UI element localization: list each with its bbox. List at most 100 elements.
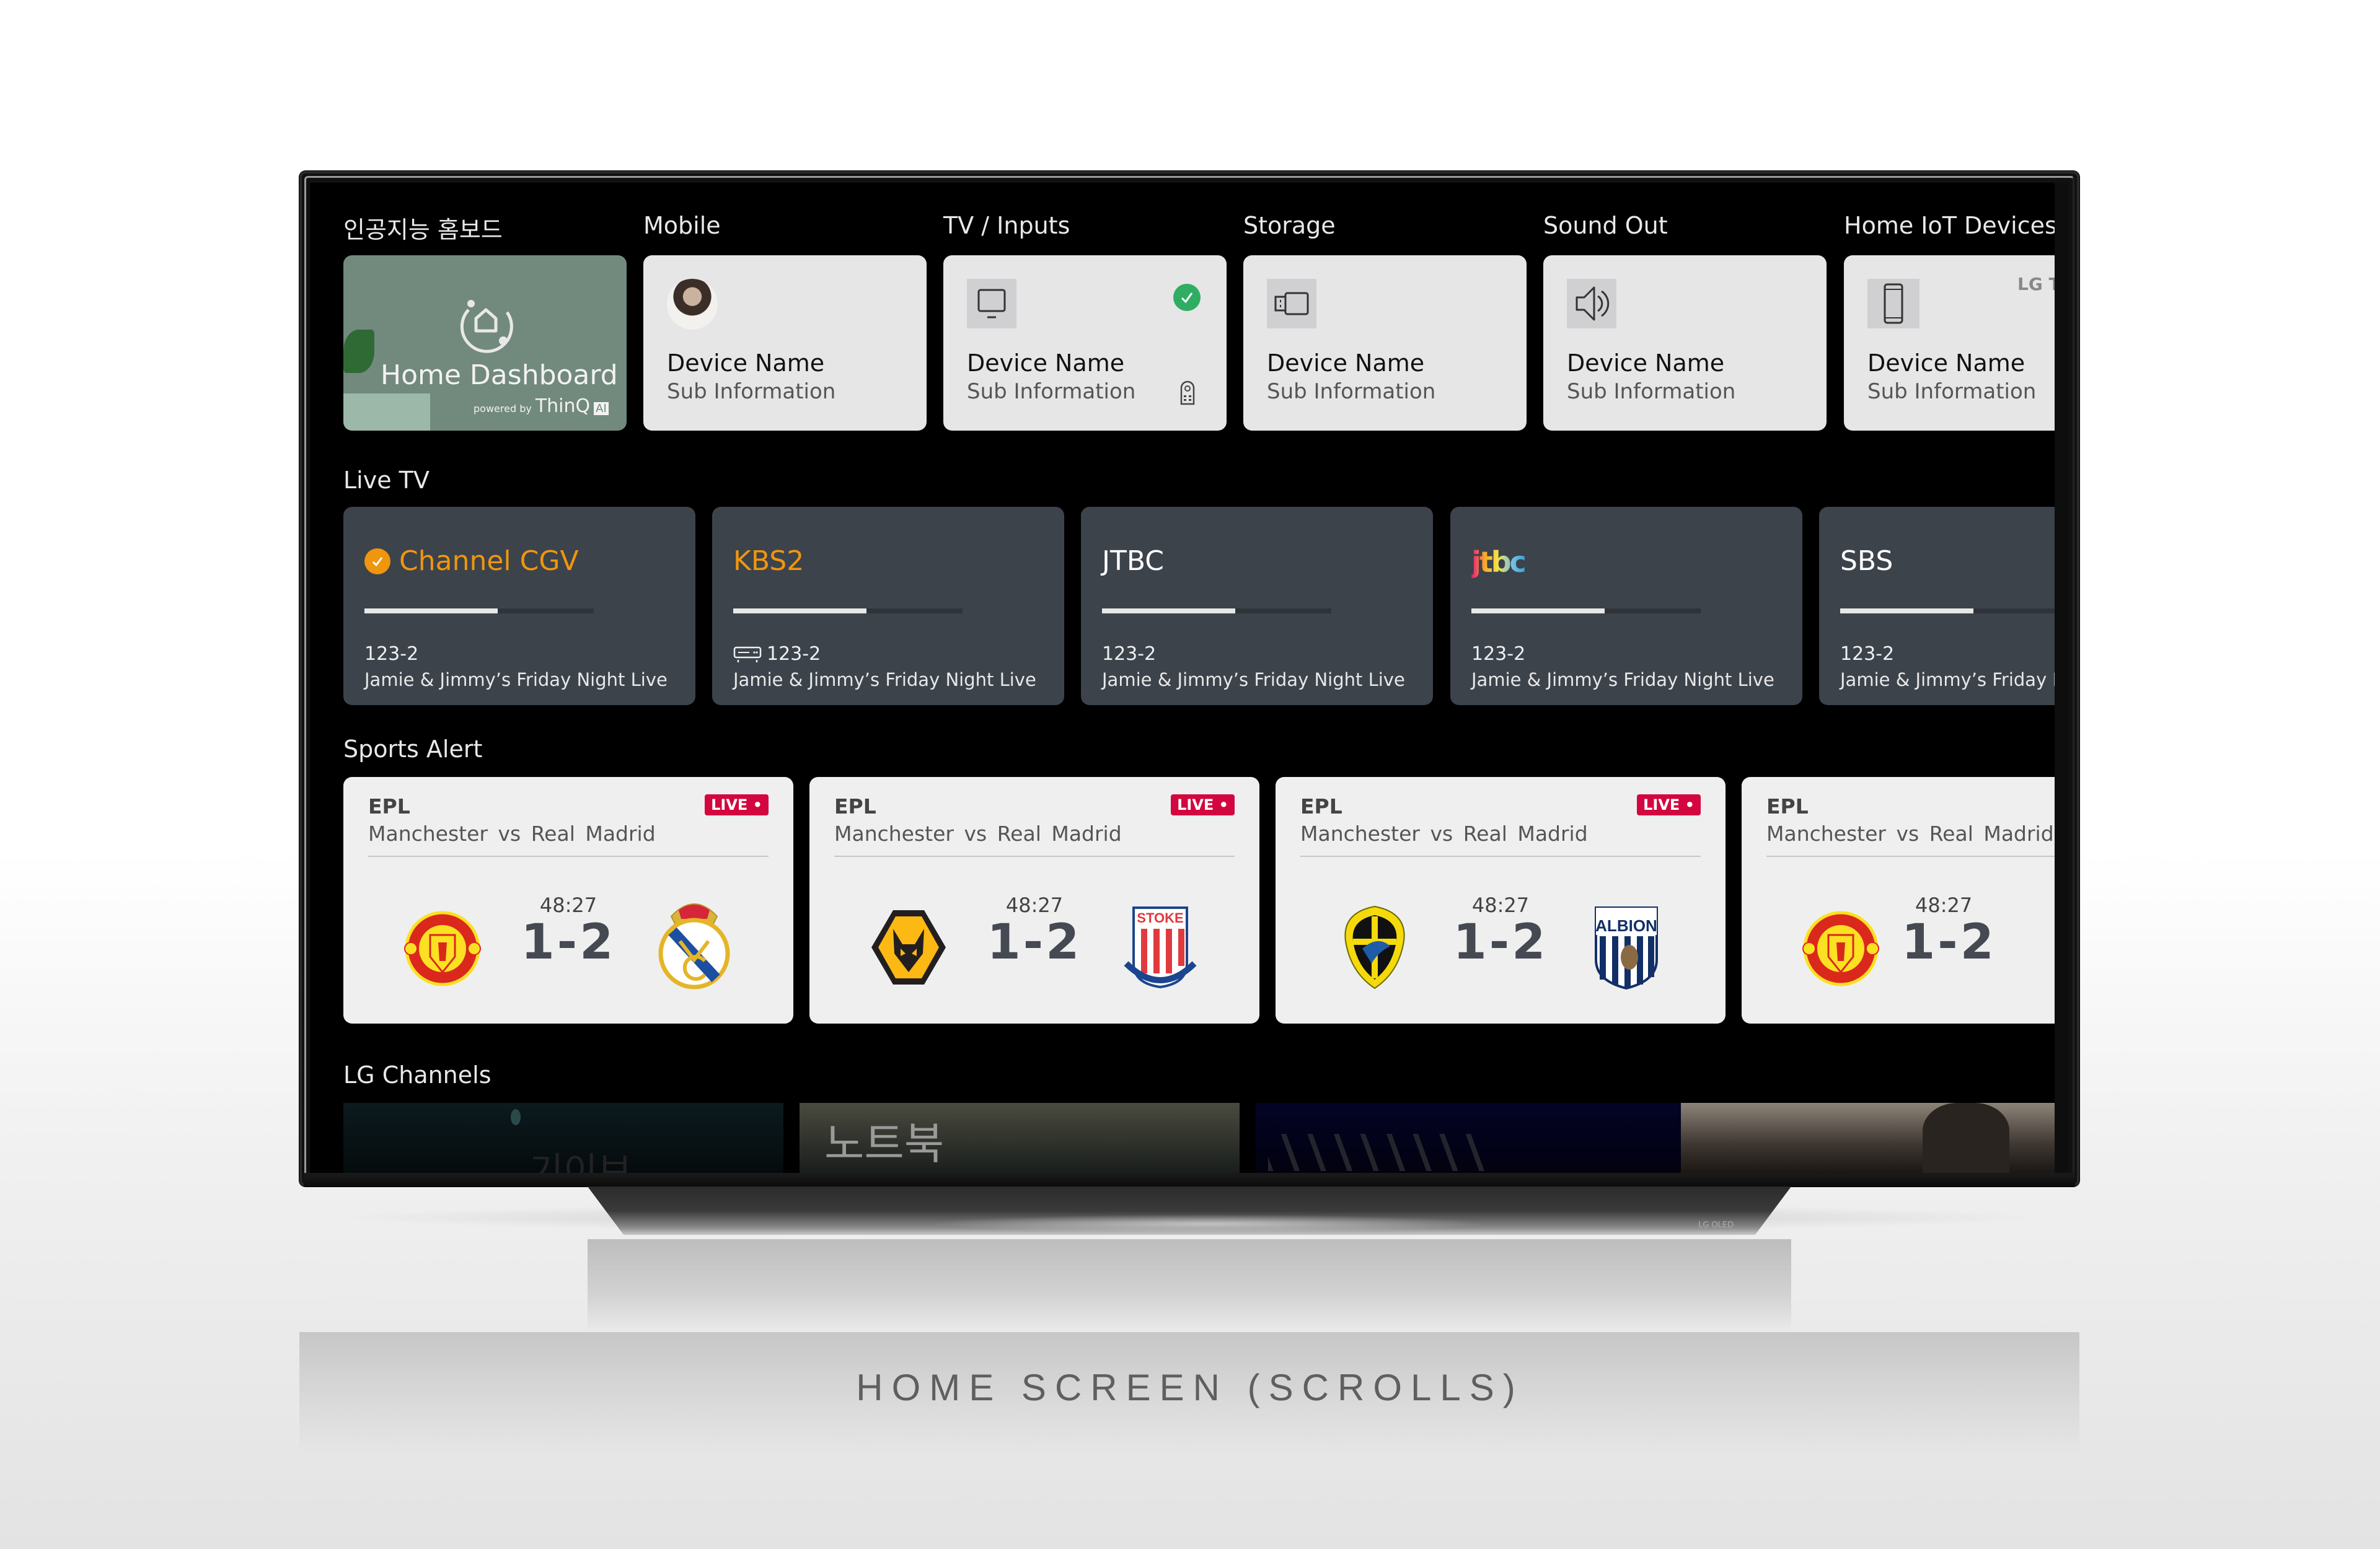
channel-card[interactable]: Channel CGV 123-2 Jamie & Jimmy’s Friday… (343, 507, 695, 705)
home-team: Manchester (1766, 822, 1886, 846)
channel-card[interactable]: KBS2 123-2 Jamie & Jimmy’s Friday Night … (712, 507, 1064, 705)
real-madrid-crest (658, 903, 730, 990)
home-team: Manchester (368, 822, 488, 846)
divider (834, 856, 1235, 857)
device-sub-info: Sub Information (667, 379, 836, 404)
channel-number: 123-2 (1471, 643, 1525, 665)
caption: HOME SCREEN (SCROLLS) (856, 1367, 1524, 1408)
tv-bottom-bezel (304, 1173, 2075, 1187)
channel-number: 123-2 (1102, 643, 1156, 665)
channel-name-text: Channel CGV (399, 545, 579, 577)
sports-game-card[interactable]: EPL Manchester vs Real Madrid LIVE • 48:… (1276, 777, 1726, 1024)
set-top-box-icon (733, 646, 762, 662)
sports-game-card[interactable]: EPL Manchester vs Real Madrid 48:27 1-2 (1742, 777, 2068, 1024)
league-name: EPL (368, 794, 410, 818)
game-score: 1-2 (1902, 915, 1996, 970)
sports-game-card[interactable]: EPL Manchester vs Real Madrid LIVE • 48:… (343, 777, 793, 1024)
away-team: Real Madrid (1929, 822, 2054, 846)
thinq-brand: ThinQ (535, 395, 591, 417)
program-progress-fill (1471, 608, 1605, 613)
program-progress-bar (1102, 608, 1331, 613)
home-dashboard-icon (460, 300, 513, 353)
device-card-mobile[interactable]: Device Name Sub Information (643, 255, 927, 431)
device-sub-info: Sub Information (1867, 379, 2037, 404)
stand-reflection (588, 1239, 1791, 1332)
section-label-mobile: Mobile (643, 212, 721, 239)
program-title: Jamie & Jimmy’s Friday Night Live (733, 669, 1036, 690)
channel-number: 123-2 (364, 643, 418, 665)
right-bezel (2055, 183, 2068, 1173)
channel-number: 123-2 (733, 643, 821, 665)
game-clock: 48:27 (1915, 893, 1973, 917)
device-card-home-iot[interactable]: LG Th Device Name Sub Information (1844, 255, 2068, 431)
powered-by-label: powered by (474, 403, 532, 415)
channel-name: JTBC (1102, 545, 1164, 577)
creature-silhouette (1923, 1103, 2009, 1173)
divider (1300, 856, 1701, 857)
channel-number-text: 123-2 (1840, 643, 1895, 665)
matchup: Manchester vs Real Madrid (1766, 822, 2054, 846)
tv-screen: 인공지능 홈보드 Mobile TV / Inputs Storage Soun… (310, 183, 2068, 1173)
section-label-live-tv: Live TV (343, 467, 430, 494)
section-label-storage: Storage (1243, 212, 1336, 239)
divider (368, 856, 769, 857)
lg-channel-thumbnail[interactable] (1681, 1103, 2068, 1173)
lg-channel-thumbnail[interactable]: 기이브 (343, 1103, 783, 1173)
home-dashboard-card[interactable]: Home Dashboard powered by ThinQ AI (343, 255, 627, 431)
device-sub-info: Sub Information (967, 379, 1136, 404)
device-card-sound-out[interactable]: Device Name Sub Information (1543, 255, 1827, 431)
channel-number-text: 123-2 (1102, 643, 1157, 665)
channel-card[interactable]: jtbc 123-2 Jamie & Jimmy’s Friday Night … (1450, 507, 1802, 705)
channel-card[interactable]: JTBC 123-2 Jamie & Jimmy’s Friday Night … (1081, 507, 1433, 705)
live-badge: LIVE • (1637, 794, 1701, 815)
channel-name: Channel CGV (364, 545, 579, 577)
away-team: Real Madrid (531, 822, 656, 846)
device-sub-info: Sub Information (1267, 379, 1436, 404)
program-title: Jamie & Jimmy’s Friday Night Live (1102, 669, 1405, 690)
jtbc-logo: jtbc (1471, 545, 1527, 579)
section-label-home-iot: Home IoT Devices (1844, 212, 2057, 239)
device-name: Device Name (667, 349, 825, 377)
device-name: Device Name (1567, 349, 1725, 377)
program-progress-bar (1471, 608, 1701, 613)
channel-name: KBS2 (733, 545, 804, 577)
section-label-tv-inputs: TV / Inputs (943, 212, 1070, 239)
program-progress-bar (733, 608, 963, 613)
section-label-lg-channels: LG Channels (343, 1061, 491, 1089)
program-progress-fill (1840, 608, 1973, 613)
matchup: Manchester vs Real Madrid (834, 822, 1122, 846)
channel-number-text: 123-2 (767, 643, 821, 665)
matchup: Manchester vs Real Madrid (1300, 822, 1588, 846)
home-team: Manchester (1300, 822, 1420, 846)
section-label-home-board: 인공지능 홈보드 (343, 216, 503, 244)
thumbnail-title: 노트북 (824, 1118, 945, 1169)
sports-game-card[interactable]: EPL Manchester vs Real Madrid LIVE • 48:… (809, 777, 1259, 1024)
league-name: EPL (1766, 794, 1809, 818)
program-title: Jamie & Jimmy’s Friday Night Live (1840, 669, 2068, 690)
away-team: Real Madrid (1463, 822, 1588, 846)
lg-channel-thumbnail[interactable] (1256, 1103, 1696, 1173)
program-progress-fill (1102, 608, 1235, 613)
live-badge: LIVE • (1171, 794, 1235, 815)
lg-channel-thumbnail[interactable]: 노트북 (800, 1103, 1240, 1173)
thinq-branding: powered by ThinQ AI (474, 395, 609, 417)
channel-number-text: 123-2 (364, 643, 419, 665)
divider (1766, 856, 2068, 857)
channel-number-text: 123-2 (1471, 643, 1526, 665)
stand-highlight (930, 1214, 1488, 1233)
section-label-sound-out: Sound Out (1543, 212, 1668, 239)
selected-check-icon (364, 548, 390, 574)
section-label-sports-alert: Sports Alert (343, 735, 483, 763)
albion-crest-text: ALBION (1595, 916, 1657, 935)
vs-label: vs (498, 822, 521, 846)
channel-card[interactable]: SBS 123-2 Jamie & Jimmy’s Friday Night L… (1819, 507, 2068, 705)
avatar (667, 279, 718, 330)
manchester-united-crest (1802, 911, 1879, 986)
program-progress-bar (364, 608, 594, 613)
device-card-storage[interactable]: Device Name Sub Information (1243, 255, 1527, 431)
device-card-tv-inputs[interactable]: Device Name Sub Information (943, 255, 1227, 431)
remote-control-icon (1180, 380, 1195, 405)
thumbnail-title: 기이브 (529, 1150, 632, 1173)
device-name: Device Name (967, 349, 1125, 377)
home-team: Manchester (834, 822, 954, 846)
